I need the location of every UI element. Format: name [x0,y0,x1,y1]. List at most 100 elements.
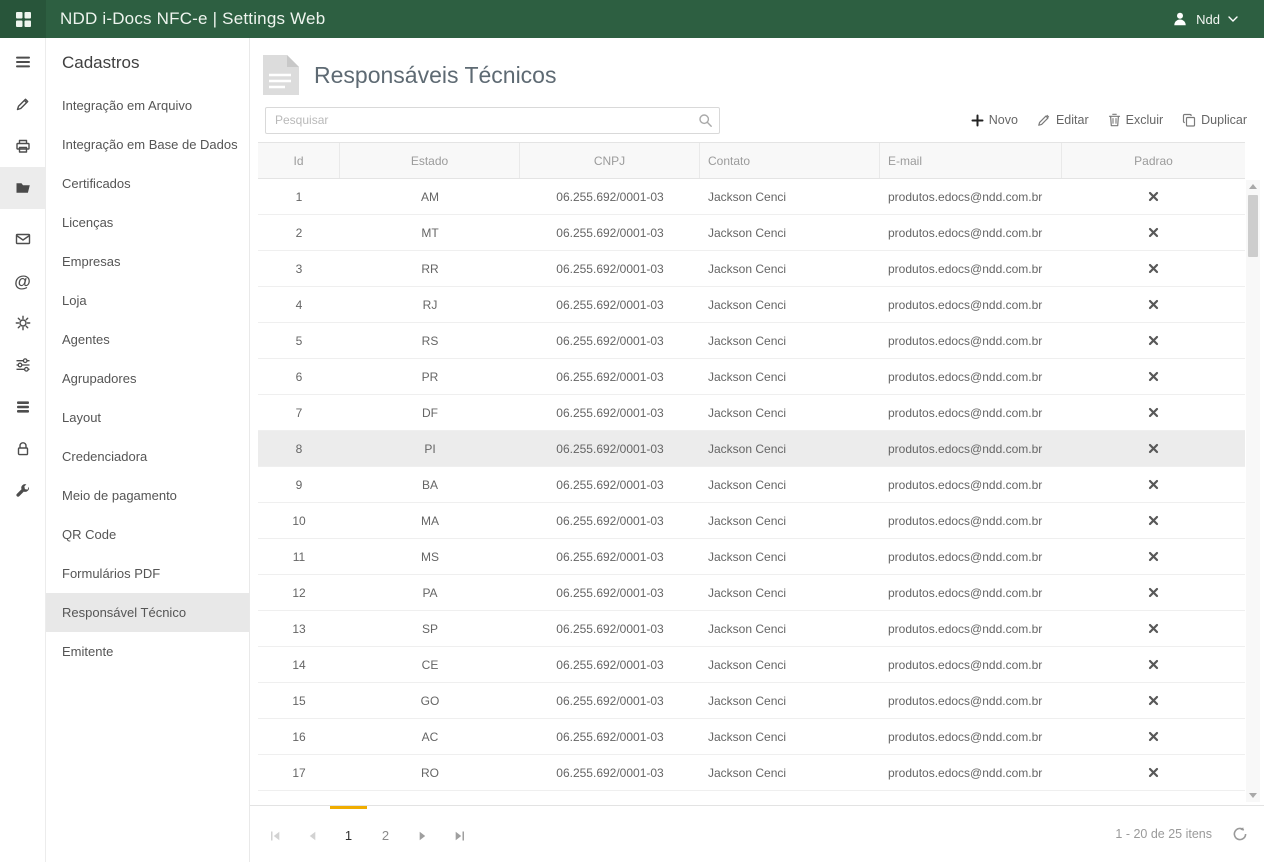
table-row[interactable]: 15 GO 06.255.692/0001-03 Jackson Cenci p… [258,683,1245,719]
rail-item-files[interactable] [0,167,45,209]
column-header[interactable]: CNPJ [520,143,700,178]
table-row[interactable]: 12 PA 06.255.692/0001-03 Jackson Cenci p… [258,575,1245,611]
table-row[interactable]: 1 AM 06.255.692/0001-03 Jackson Cenci pr… [258,179,1245,215]
rail-item-printing[interactable] [0,125,45,167]
user-menu[interactable]: Ndd [1172,11,1238,27]
cell-estado: AM [340,179,520,214]
not-default-x-icon [1148,515,1159,526]
search-input[interactable] [265,107,720,134]
cell-email: produtos.edocs@ndd.com.br [880,215,1062,250]
cell-email: produtos.edocs@ndd.com.br [880,647,1062,682]
table-row[interactable]: 3 RR 06.255.692/0001-03 Jackson Cenci pr… [258,251,1245,287]
sidebar-item[interactable]: Integração em Arquivo [46,86,249,125]
sidebar-item[interactable]: Agentes [46,320,249,359]
cell-padrao [1062,719,1245,754]
table-row[interactable]: 11 MS 06.255.692/0001-03 Jackson Cenci p… [258,539,1245,575]
table-row[interactable]: 16 AC 06.255.692/0001-03 Jackson Cenci p… [258,719,1245,755]
cell-contato: Jackson Cenci [700,503,880,538]
sidebar-item[interactable]: Layout [46,398,249,437]
cell-cnpj: 06.255.692/0001-03 [520,251,700,286]
cell-email: produtos.edocs@ndd.com.br [880,467,1062,502]
page-number-button[interactable]: 2 [367,806,404,862]
sidebar-title: Cadastros [46,38,249,86]
app-grid-icon [15,11,32,28]
rail-item-preferences[interactable] [0,344,45,386]
cell-id: 14 [258,647,340,682]
table-row[interactable]: 4 RJ 06.255.692/0001-03 Jackson Cenci pr… [258,287,1245,323]
cell-padrao [1062,359,1245,394]
toolbar-actions: Novo Editar Excluir [971,113,1247,127]
rail-item-tools[interactable] [0,83,45,125]
not-default-x-icon [1148,659,1159,670]
table-row[interactable]: 14 CE 06.255.692/0001-03 Jackson Cenci p… [258,647,1245,683]
cell-padrao [1062,683,1245,718]
app-launcher-button[interactable] [0,0,46,38]
menu-icon [14,53,32,71]
not-default-x-icon [1148,767,1159,778]
plus-icon [971,114,984,127]
rail-item-security[interactable] [0,428,45,470]
delete-button[interactable]: Excluir [1108,113,1164,127]
column-header[interactable]: Estado [340,143,520,178]
at-icon: @ [14,273,31,290]
table-row[interactable]: 17 RO 06.255.692/0001-03 Jackson Cenci p… [258,755,1245,791]
table-row[interactable]: 7 DF 06.255.692/0001-03 Jackson Cenci pr… [258,395,1245,431]
previous-page-button[interactable] [293,806,330,862]
scrollbar-thumb[interactable] [1248,195,1258,257]
sidebar-item[interactable]: Responsável Técnico [46,593,249,632]
last-page-button[interactable] [441,806,478,862]
sidebar-item[interactable]: Formulários PDF [46,554,249,593]
menu-toggle-button[interactable] [0,41,45,83]
sidebar-item[interactable]: Loja [46,281,249,320]
edit-button[interactable]: Editar [1037,113,1089,127]
cell-email: produtos.edocs@ndd.com.br [880,251,1062,286]
rail-item-settings[interactable] [0,302,45,344]
cell-email: produtos.edocs@ndd.com.br [880,179,1062,214]
table-row[interactable]: 10 MA 06.255.692/0001-03 Jackson Cenci p… [258,503,1245,539]
table-row[interactable]: 13 SP 06.255.692/0001-03 Jackson Cenci p… [258,611,1245,647]
sidebar-item[interactable]: Agrupadores [46,359,249,398]
table-row[interactable]: 8 PI 06.255.692/0001-03 Jackson Cenci pr… [258,431,1245,467]
column-header[interactable]: E-mail [880,143,1062,178]
wrench-icon [14,482,32,500]
sidebar-menu: Integração em ArquivoIntegração em Base … [46,86,249,671]
table-row[interactable]: 5 RS 06.255.692/0001-03 Jackson Cenci pr… [258,323,1245,359]
column-header[interactable]: Padrao [1062,143,1245,178]
scroll-up-arrow[interactable] [1246,180,1260,193]
table-row[interactable]: 2 MT 06.255.692/0001-03 Jackson Cenci pr… [258,215,1245,251]
sidebar-item[interactable]: Empresas [46,242,249,281]
vertical-scrollbar[interactable] [1246,180,1260,802]
sidebar-item[interactable]: Emitente [46,632,249,671]
cell-contato: Jackson Cenci [700,251,880,286]
rail-item-maintenance[interactable] [0,470,45,512]
table-row[interactable]: 6 PR 06.255.692/0001-03 Jackson Cenci pr… [258,359,1245,395]
chevron-down-icon [1228,16,1238,23]
duplicate-button[interactable]: Duplicar [1182,113,1247,127]
page-header: Responsáveis Técnicos [250,38,1264,100]
sidebar-item[interactable]: Meio de pagamento [46,476,249,515]
new-button[interactable]: Novo [971,113,1018,127]
sidebar-item[interactable]: Integração em Base de Dados [46,125,249,164]
page-number-button[interactable]: 1 [330,806,367,862]
rail-item-messages[interactable] [0,218,45,260]
cell-padrao [1062,611,1245,646]
scroll-down-arrow[interactable] [1246,789,1260,802]
page-icon [255,53,305,97]
column-header[interactable]: Contato [700,143,880,178]
rail-item-layouts[interactable] [0,386,45,428]
search-icon[interactable] [698,113,713,128]
sidebar-item[interactable]: Credenciadora [46,437,249,476]
previous-page-icon [305,829,319,843]
delete-button-label: Excluir [1126,113,1164,127]
table-row[interactable]: 9 BA 06.255.692/0001-03 Jackson Cenci pr… [258,467,1245,503]
next-page-button[interactable] [404,806,441,862]
cell-estado: PI [340,431,520,466]
sidebar-item[interactable]: QR Code [46,515,249,554]
sidebar-item[interactable]: Licenças [46,203,249,242]
refresh-button[interactable] [1232,826,1248,842]
cell-email: produtos.edocs@ndd.com.br [880,359,1062,394]
first-page-button[interactable] [256,806,293,862]
column-header[interactable]: Id [258,143,340,178]
rail-item-email[interactable]: @ [0,260,45,302]
sidebar-item[interactable]: Certificados [46,164,249,203]
